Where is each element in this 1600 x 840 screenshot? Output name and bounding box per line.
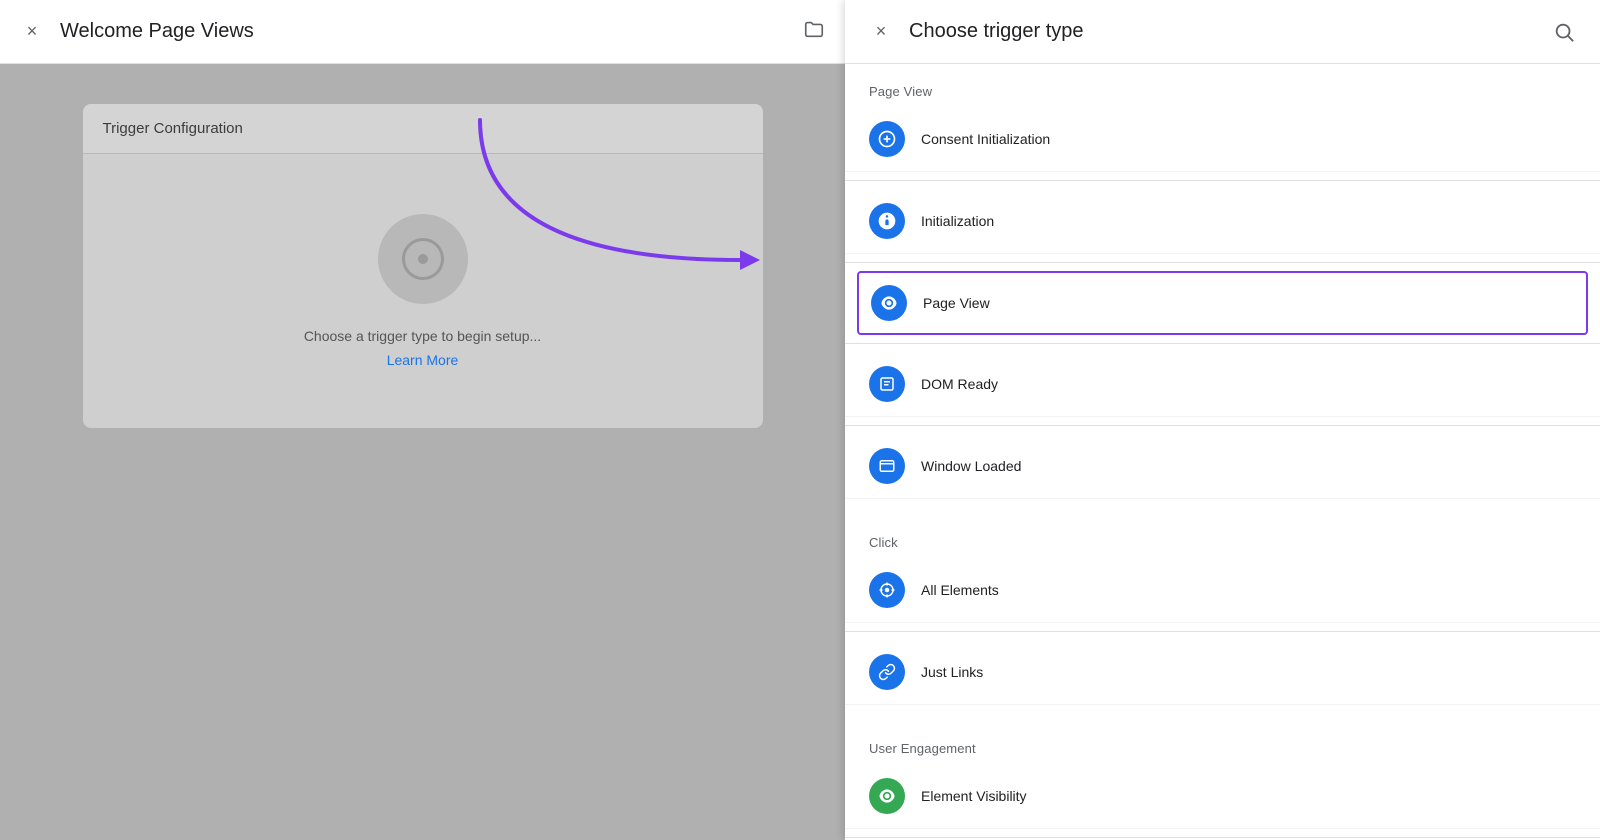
page-title: Welcome Page Views (60, 20, 787, 43)
section-spacer (845, 705, 1600, 721)
trigger-item-element-visibility[interactable]: Element Visibility (845, 764, 1600, 829)
trigger-item-icon-dom-ready (869, 366, 905, 402)
folder-icon[interactable] (803, 18, 825, 46)
trigger-item-name-page-view: Page View (923, 295, 990, 311)
left-header: × Welcome Page Views (0, 0, 845, 64)
divider (845, 425, 1600, 426)
trigger-item-icon-all-elements (869, 572, 905, 608)
divider (845, 180, 1600, 181)
trigger-item-name-all-elements: All Elements (921, 582, 999, 598)
learn-more-link[interactable]: Learn More (387, 352, 459, 368)
trigger-item-icon-just-links (869, 654, 905, 690)
trigger-item-name-just-links: Just Links (921, 664, 983, 680)
trigger-icon-dot (418, 254, 428, 264)
divider (845, 343, 1600, 344)
trigger-setup-text: Choose a trigger type to begin setup... (304, 328, 541, 344)
divider (845, 837, 1600, 838)
trigger-item-initialization[interactable]: Initialization (845, 189, 1600, 254)
trigger-item-page-view[interactable]: Page View (857, 271, 1588, 335)
trigger-icon-circle (378, 214, 468, 304)
section-0: Page View Consent Initialization Initializ… (845, 64, 1600, 515)
trigger-item-just-links[interactable]: Just Links (845, 640, 1600, 705)
right-panel: × Choose trigger type Page View Consent I… (845, 0, 1600, 840)
divider (845, 631, 1600, 632)
right-content: Page View Consent Initialization Initializ… (845, 64, 1600, 840)
right-panel-title: Choose trigger type (909, 20, 1552, 43)
trigger-item-name-element-visibility: Element Visibility (921, 788, 1027, 804)
section-label-0: Page View (845, 64, 1600, 107)
trigger-item-icon-element-visibility (869, 778, 905, 814)
close-left-button[interactable]: × (20, 20, 44, 44)
trigger-config-body: Choose a trigger type to begin setup... … (83, 154, 763, 428)
section-1: Click All Elements Just Links (845, 515, 1600, 721)
trigger-item-consent-initialization[interactable]: Consent Initialization (845, 107, 1600, 172)
trigger-item-window-loaded[interactable]: Window Loaded (845, 434, 1600, 499)
trigger-item-name-initialization: Initialization (921, 213, 994, 229)
divider (845, 262, 1600, 263)
trigger-item-icon-page-view (871, 285, 907, 321)
right-header: × Choose trigger type (845, 0, 1600, 64)
search-icon[interactable] (1552, 20, 1576, 44)
trigger-item-icon-initialization (869, 203, 905, 239)
left-content: Trigger Configuration Choose a trigger t… (0, 64, 845, 840)
trigger-item-dom-ready[interactable]: DOM Ready (845, 352, 1600, 417)
trigger-icon-inner (402, 238, 444, 280)
trigger-item-all-elements[interactable]: All Elements (845, 558, 1600, 623)
trigger-config-card: Trigger Configuration Choose a trigger t… (83, 104, 763, 428)
section-2: User EngagementElement VisibilityForm Su… (845, 721, 1600, 840)
trigger-item-icon-consent-initialization (869, 121, 905, 157)
section-spacer (845, 499, 1600, 515)
trigger-config-header: Trigger Configuration (83, 104, 763, 154)
trigger-item-name-consent-initialization: Consent Initialization (921, 131, 1050, 147)
trigger-item-name-window-loaded: Window Loaded (921, 458, 1021, 474)
trigger-item-icon-window-loaded (869, 448, 905, 484)
trigger-item-name-dom-ready: DOM Ready (921, 376, 998, 392)
left-panel: × Welcome Page Views Trigger Configurati… (0, 0, 845, 840)
section-label-1: Click (845, 515, 1600, 558)
section-label-2: User Engagement (845, 721, 1600, 764)
close-right-button[interactable]: × (869, 20, 893, 44)
